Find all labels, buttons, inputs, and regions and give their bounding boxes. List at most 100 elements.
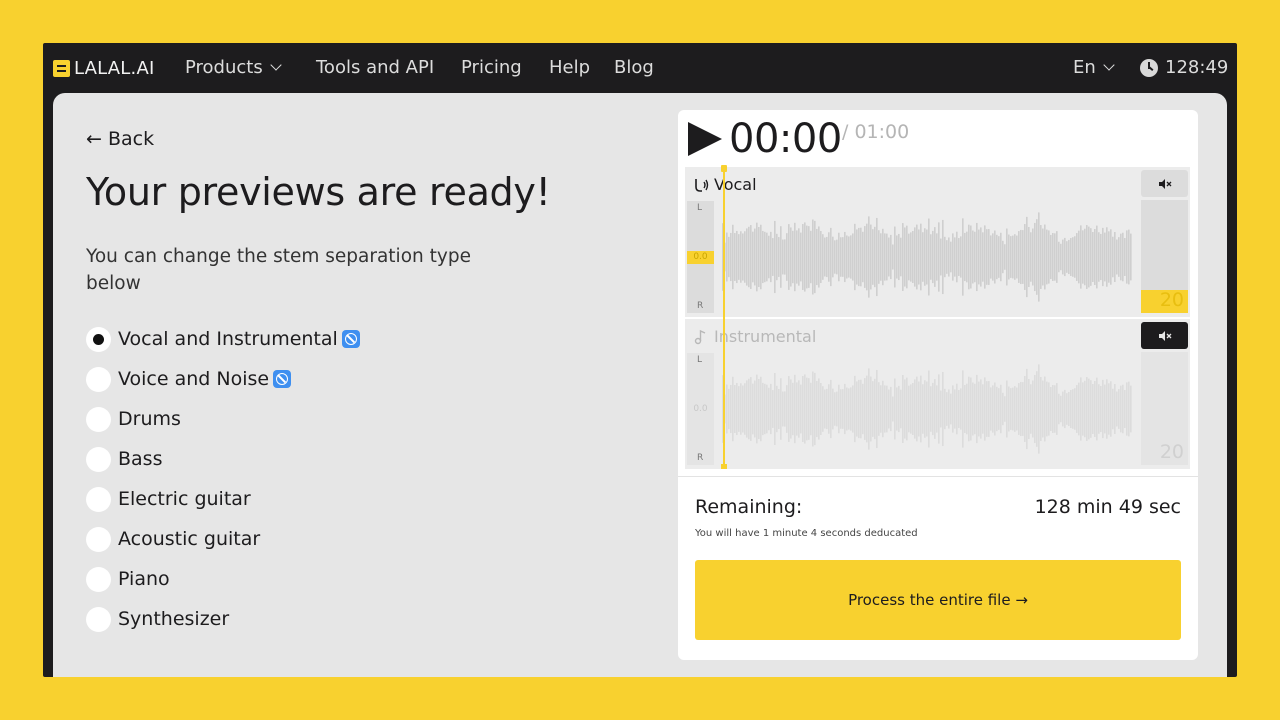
track-name: Vocal bbox=[714, 175, 757, 194]
volume-slider[interactable]: 20 bbox=[1141, 352, 1188, 465]
logo[interactable]: LALAL.AI bbox=[53, 58, 154, 79]
waveform-bar bbox=[1042, 228, 1044, 286]
waveform-bar bbox=[1030, 384, 1032, 434]
waveform-bar bbox=[840, 389, 842, 429]
nav-products[interactable]: Products bbox=[185, 57, 282, 78]
volume-slider[interactable]: 20 bbox=[1141, 200, 1188, 313]
radio-button[interactable] bbox=[86, 446, 111, 472]
language-selector[interactable]: En bbox=[1073, 57, 1115, 78]
waveform-bar bbox=[1086, 225, 1088, 289]
waveform-bar bbox=[764, 231, 766, 283]
waveform-bar bbox=[1100, 385, 1102, 433]
waveform-bar bbox=[932, 230, 934, 284]
waveform-bar bbox=[926, 381, 928, 437]
waveform-bar bbox=[1122, 232, 1124, 282]
waveform-bar bbox=[888, 389, 890, 429]
waveform[interactable] bbox=[720, 201, 1135, 313]
option-piano[interactable]: Piano bbox=[86, 559, 360, 599]
waveform-bar bbox=[1050, 386, 1052, 432]
language-label: En bbox=[1073, 57, 1096, 78]
waveform-bar bbox=[804, 374, 806, 444]
mute-button[interactable] bbox=[1141, 170, 1188, 197]
waveform-bar bbox=[868, 368, 870, 450]
nav-products-label: Products bbox=[185, 57, 263, 78]
waveform-bar bbox=[1130, 385, 1132, 433]
process-file-button[interactable]: Process the entire file → bbox=[695, 560, 1181, 640]
waveform-bar bbox=[726, 232, 728, 282]
nav-pricing[interactable]: Pricing bbox=[461, 57, 522, 78]
radio-button[interactable] bbox=[86, 406, 111, 432]
track-label: Instrumental bbox=[693, 327, 816, 346]
waveform-bar bbox=[750, 377, 752, 441]
waveform-bar bbox=[962, 218, 964, 296]
nav-blog[interactable]: Blog bbox=[614, 57, 654, 78]
waveform-bar bbox=[1010, 388, 1012, 430]
radio-button[interactable] bbox=[86, 366, 111, 392]
waveform-bar bbox=[1126, 382, 1128, 436]
music-note-icon bbox=[694, 329, 706, 344]
waveform-bar bbox=[860, 379, 862, 439]
waveform-bar bbox=[766, 384, 768, 434]
waveform-bar bbox=[1090, 380, 1092, 438]
option-vocal-instrumental[interactable]: Vocal and Instrumental bbox=[86, 319, 360, 359]
play-icon[interactable] bbox=[688, 122, 722, 156]
waveform-bar bbox=[1038, 212, 1040, 302]
waveform-bar bbox=[922, 384, 924, 434]
waveform-bar bbox=[1102, 227, 1104, 287]
waveform-bar bbox=[874, 226, 876, 288]
waveform-bar bbox=[1066, 241, 1068, 273]
waveform-bar bbox=[1088, 378, 1090, 440]
waveform-bar bbox=[978, 229, 980, 285]
option-drums[interactable]: Drums bbox=[86, 399, 360, 439]
waveform-bar bbox=[1122, 384, 1124, 434]
waveform-bar bbox=[894, 226, 896, 288]
waveform-bar bbox=[796, 382, 798, 436]
radio-button[interactable] bbox=[86, 326, 111, 352]
waveform-bar bbox=[970, 225, 972, 289]
waveform-bar bbox=[842, 389, 844, 429]
waveform-bar bbox=[1090, 228, 1092, 286]
waveform-bar bbox=[758, 226, 760, 288]
mute-button[interactable] bbox=[1141, 322, 1188, 349]
waveform-bar bbox=[808, 378, 810, 440]
waveform-bar bbox=[988, 229, 990, 285]
waveform-bar bbox=[728, 388, 730, 430]
playhead[interactable] bbox=[721, 165, 727, 469]
radio-button[interactable] bbox=[86, 566, 111, 592]
nav-tools-api[interactable]: Tools and API bbox=[316, 57, 434, 78]
waveform-bar bbox=[736, 230, 738, 284]
remaining-label: Remaining: bbox=[695, 496, 803, 518]
option-electric-guitar[interactable]: Electric guitar bbox=[86, 479, 360, 519]
waveform-bar bbox=[1128, 229, 1130, 285]
option-synthesizer[interactable]: Synthesizer bbox=[86, 599, 360, 639]
radio-button[interactable] bbox=[86, 486, 111, 512]
waveform-bar bbox=[1028, 226, 1030, 288]
waveform-bar bbox=[828, 232, 830, 282]
waveform-bar bbox=[840, 237, 842, 277]
radio-button[interactable] bbox=[86, 606, 111, 632]
waveform-bar bbox=[1004, 396, 1006, 422]
waveform-bar bbox=[1112, 388, 1114, 430]
option-acoustic-guitar[interactable]: Acoustic guitar bbox=[86, 519, 360, 559]
waveform-bar bbox=[1078, 230, 1080, 284]
waveform-bar bbox=[758, 378, 760, 440]
volume-value: 20 bbox=[1159, 289, 1184, 311]
waveform-bar bbox=[1002, 240, 1004, 274]
waveform-bar bbox=[902, 375, 904, 443]
nav-help[interactable]: Help bbox=[549, 57, 590, 78]
waveform-bar bbox=[810, 230, 812, 284]
option-bass[interactable]: Bass bbox=[86, 439, 360, 479]
waveform-bar bbox=[944, 236, 946, 278]
radio-button[interactable] bbox=[86, 526, 111, 552]
waveform-bar bbox=[784, 239, 786, 275]
waveform-bar bbox=[878, 382, 880, 436]
waveform-bar bbox=[918, 381, 920, 437]
waveform-bar bbox=[936, 385, 938, 433]
option-voice-noise[interactable]: Voice and Noise bbox=[86, 359, 360, 399]
waveform-bar bbox=[1074, 236, 1076, 278]
waveform-bar bbox=[888, 237, 890, 277]
waveform[interactable] bbox=[720, 353, 1135, 465]
back-link[interactable]: ← Back bbox=[86, 128, 154, 150]
time-balance[interactable]: 128:49 bbox=[1140, 57, 1228, 78]
waveform-bar bbox=[772, 238, 774, 276]
